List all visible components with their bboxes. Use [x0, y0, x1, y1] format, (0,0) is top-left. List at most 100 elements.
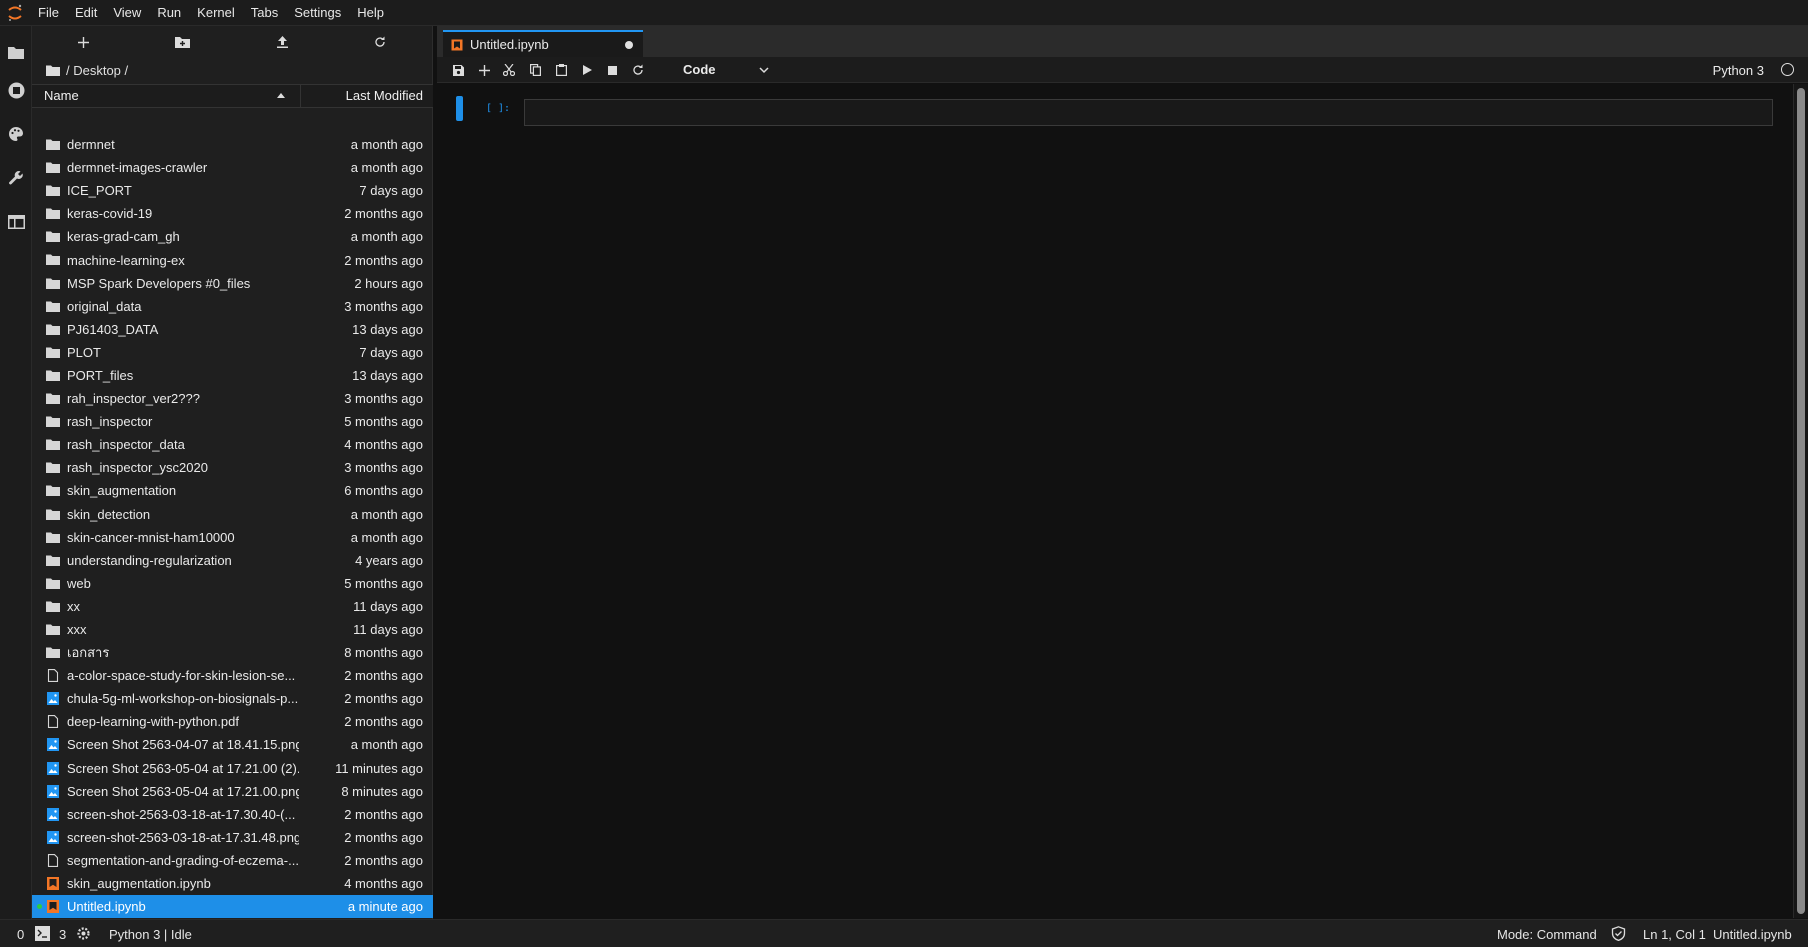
- code-cell-editor[interactable]: [524, 99, 1773, 126]
- file-list-item[interactable]: rah_inspector_ver2??? 3 months ago: [32, 387, 433, 410]
- menu-view[interactable]: View: [105, 0, 149, 26]
- column-divider[interactable]: [300, 85, 301, 107]
- image-file-icon: [46, 807, 60, 821]
- file-list-item[interactable]: dermnet a month ago: [32, 133, 433, 156]
- cursor-position[interactable]: Ln 1, Col 1: [1643, 927, 1706, 942]
- file-modified: 7 days ago: [359, 183, 423, 199]
- menu-file[interactable]: File: [30, 0, 67, 26]
- file-list-item[interactable]: skin_augmentation 6 months ago: [32, 479, 433, 502]
- new-folder-icon[interactable]: [172, 32, 192, 52]
- folder-icon: [46, 300, 60, 313]
- cell-type-dropdown[interactable]: Code: [683, 60, 769, 80]
- file-list-item[interactable]: xxx 11 days ago: [32, 618, 433, 641]
- file-modified: 5 months ago: [344, 575, 423, 591]
- trust-shield-icon[interactable]: [1611, 926, 1626, 941]
- file-list-item[interactable]: screen-shot-2563-03-18-at-17.30.40-(... 2…: [32, 803, 433, 826]
- cut-icon[interactable]: [500, 61, 518, 79]
- file-list-item[interactable]: PLOT 7 days ago: [32, 341, 433, 364]
- file-list-item[interactable]: PJ61403_DATA 13 days ago: [32, 318, 433, 341]
- restart-icon[interactable]: [629, 61, 647, 79]
- file-list-item[interactable]: dermnet-images-crawler a month ago: [32, 156, 433, 179]
- tab-label: Untitled.ipynb: [470, 37, 549, 52]
- file-list-item[interactable]: xx 11 days ago: [32, 595, 433, 618]
- stop-icon[interactable]: [603, 61, 621, 79]
- tab-bar: Untitled.ipynb: [437, 26, 1808, 57]
- terminal-icon[interactable]: [35, 926, 50, 941]
- file-list-item[interactable]: keras-grad-cam_gh a month ago: [32, 225, 433, 248]
- upload-icon[interactable]: [272, 32, 292, 52]
- file-list-item[interactable]: segmentation-and-grading-of-eczema-... 2 …: [32, 849, 433, 872]
- file-modified: 2 months ago: [344, 806, 423, 822]
- running-stop-icon[interactable]: [4, 78, 28, 102]
- file-list-item[interactable]: understanding-regularization 4 years ago: [32, 549, 433, 572]
- file-list-item[interactable]: skin-cancer-mnist-ham10000 a month ago: [32, 526, 433, 549]
- file-list-item[interactable]: machine-learning-ex 2 months ago: [32, 248, 433, 271]
- unsaved-dot-icon[interactable]: [625, 41, 633, 49]
- run-icon[interactable]: [578, 61, 596, 79]
- kernel-status[interactable]: Python 3 | Idle: [109, 927, 192, 942]
- breadcrumb-path[interactable]: / Desktop /: [66, 63, 128, 78]
- file-list-item[interactable]: web 5 months ago: [32, 572, 433, 595]
- palette-icon[interactable]: [4, 122, 28, 146]
- kernel-name[interactable]: Python 3: [1713, 63, 1764, 78]
- file-list-item[interactable]: rash_inspector_data 4 months ago: [32, 433, 433, 456]
- file-list-item[interactable]: chula-5g-ml-workshop-on-biosignals-p... 2…: [32, 687, 433, 710]
- file-list-item[interactable]: Screen Shot 2563-04-07 at 18.41.15.png a …: [32, 733, 433, 756]
- file-list-item[interactable]: deep-learning-with-python.pdf 2 months ag…: [32, 710, 433, 733]
- kernel-gear-icon[interactable]: [76, 926, 91, 941]
- menu-help[interactable]: Help: [349, 0, 392, 26]
- menu-settings[interactable]: Settings: [286, 0, 349, 26]
- tabs-icon[interactable]: [4, 210, 28, 234]
- refresh-icon[interactable]: [370, 32, 390, 52]
- active-cell-indicator[interactable]: [456, 96, 463, 121]
- file-modified: 4 years ago: [355, 552, 423, 568]
- paste-icon[interactable]: [552, 61, 570, 79]
- breadcrumb[interactable]: / Desktop /: [46, 60, 128, 80]
- editor-mode[interactable]: Mode: Command: [1497, 927, 1597, 942]
- save-icon[interactable]: [449, 61, 467, 79]
- add-cell-icon[interactable]: [475, 61, 493, 79]
- wrench-icon[interactable]: [4, 166, 28, 190]
- file-list-item[interactable]: a-color-space-study-for-skin-lesion-se..…: [32, 664, 433, 687]
- tab-untitled-notebook[interactable]: Untitled.ipynb: [443, 30, 643, 57]
- folder-icon: [46, 415, 60, 428]
- breadcrumb-folder-icon: [46, 65, 60, 76]
- file-list-item[interactable]: skin_augmentation.ipynb 4 months ago: [32, 872, 433, 895]
- terminal-count[interactable]: 3: [59, 927, 66, 942]
- file-list-item[interactable]: MSP Spark Developers #0_files 2 hours ago: [32, 272, 433, 295]
- new-launcher-plus-icon[interactable]: [73, 32, 93, 52]
- notebook-scrollbar[interactable]: [1793, 84, 1808, 918]
- folder-icon[interactable]: [4, 40, 28, 64]
- menu-edit[interactable]: Edit: [67, 0, 105, 26]
- column-modified-header[interactable]: Last Modified: [346, 85, 423, 107]
- file-list-item[interactable]: keras-covid-19 2 months ago: [32, 202, 433, 225]
- file-modified: a month ago: [350, 737, 423, 753]
- notebook-toolbar: Code Python 3: [437, 57, 1808, 83]
- scrollbar-thumb[interactable]: [1797, 88, 1805, 914]
- file-list-item[interactable]: screen-shot-2563-03-18-at-17.31.48.png 2 …: [32, 826, 433, 849]
- file-name: chula-5g-ml-workshop-on-biosignals-p...: [67, 691, 299, 707]
- folder-icon: [46, 346, 60, 359]
- file-list-item[interactable]: เอกสาร 8 months ago: [32, 641, 433, 664]
- file-list-item[interactable]: original_data 3 months ago: [32, 295, 433, 318]
- file-list-item[interactable]: skin_detection a month ago: [32, 503, 433, 526]
- file-list-item[interactable]: rash_inspector_ysc2020 3 months ago: [32, 456, 433, 479]
- file-list-item[interactable]: Untitled.ipynb a minute ago: [32, 895, 433, 919]
- menu-run[interactable]: Run: [149, 0, 189, 26]
- menu-kernel[interactable]: Kernel: [189, 0, 243, 26]
- folder-icon: [46, 184, 60, 197]
- file-modified: 11 days ago: [353, 622, 423, 638]
- file-list-item[interactable]: Screen Shot 2563-05-04 at 17.21.00.png 8 …: [32, 780, 433, 803]
- copy-icon[interactable]: [526, 61, 544, 79]
- file-list-item[interactable]: PORT_files 13 days ago: [32, 364, 433, 387]
- file-list-header: Name Last Modified: [32, 84, 433, 108]
- menu-tabs[interactable]: Tabs: [243, 0, 286, 26]
- file-list-item[interactable]: Screen Shot 2563-05-04 at 17.21.00 (2)..…: [32, 757, 433, 780]
- running-kernels-count[interactable]: 0: [17, 927, 24, 942]
- kernel-status-idle-icon: [1781, 63, 1794, 76]
- column-name-header[interactable]: Name: [44, 85, 79, 107]
- file-list-item[interactable]: ICE_PORT 7 days ago: [32, 179, 433, 202]
- folder-icon: [46, 484, 60, 497]
- file-name: เอกสาร: [67, 645, 110, 661]
- file-list-item[interactable]: rash_inspector 5 months ago: [32, 410, 433, 433]
